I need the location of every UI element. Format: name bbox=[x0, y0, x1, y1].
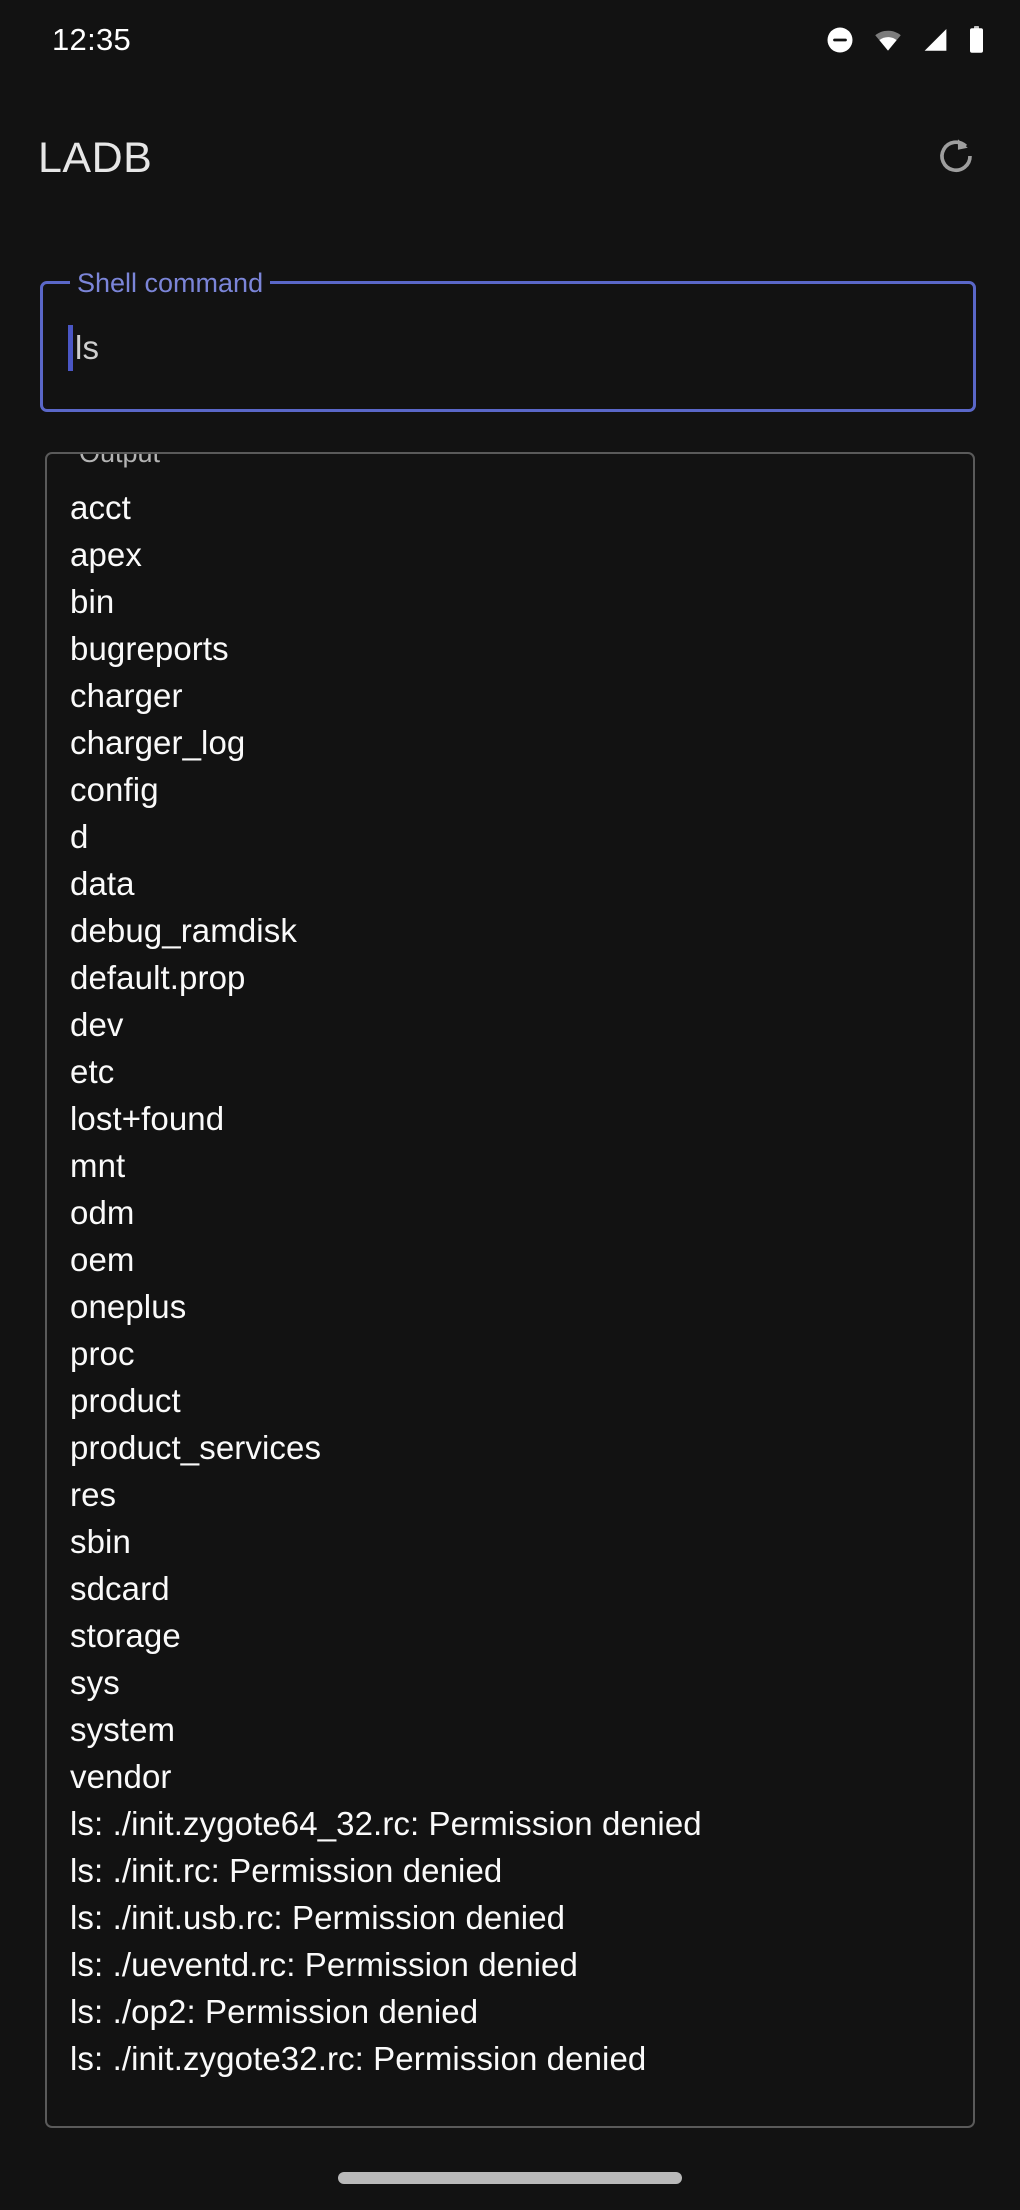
output-line: acct bbox=[70, 489, 131, 526]
output-line: d bbox=[70, 818, 89, 855]
output-line: ls: ./init.rc: Permission denied bbox=[70, 1852, 503, 1889]
shell-command-input-wrap[interactable]: ls bbox=[68, 320, 99, 376]
home-gesture-pill[interactable] bbox=[338, 2172, 682, 2184]
output-line: etc bbox=[70, 1053, 115, 1090]
output-line: dev bbox=[70, 1006, 124, 1043]
output-line: system bbox=[70, 1711, 176, 1748]
output-line: ls: ./init.zygote64_32.rc: Permission de… bbox=[70, 1805, 702, 1842]
output-line: charger_log bbox=[70, 724, 246, 761]
page-title: LADB bbox=[38, 133, 153, 182]
output-line: bin bbox=[70, 583, 115, 620]
shell-command-label: Shell command bbox=[70, 267, 271, 299]
cellular-signal-icon bbox=[921, 26, 950, 55]
status-bar-icons bbox=[825, 25, 986, 55]
output-field[interactable]: Output acct apex bin bugreports charger charg… bbox=[45, 452, 975, 2128]
output-line: data bbox=[70, 865, 135, 902]
output-line: product_services bbox=[70, 1429, 322, 1466]
shell-command-field[interactable]: Shell command ls bbox=[40, 267, 976, 412]
shell-command-input[interactable]: ls bbox=[75, 329, 99, 367]
output-line: lost+found bbox=[70, 1100, 225, 1137]
output-line: sbin bbox=[70, 1523, 131, 1560]
status-bar-clock: 12:35 bbox=[52, 22, 132, 57]
output-line: sys bbox=[70, 1664, 120, 1701]
output-line: ls: ./init.usb.rc: Permission denied bbox=[70, 1899, 566, 1936]
output-line: ls: ./init.zygote32.rc: Permission denie… bbox=[70, 2040, 647, 2077]
output-line: product bbox=[70, 1382, 181, 1419]
wifi-icon bbox=[872, 25, 904, 55]
output-line: ls: ./ueventd.rc: Permission denied bbox=[70, 1946, 578, 1983]
battery-icon bbox=[967, 25, 986, 55]
output-line: odm bbox=[70, 1194, 135, 1231]
output-line: charger bbox=[70, 677, 183, 714]
text-caret bbox=[68, 325, 73, 371]
output-line: sdcard bbox=[70, 1570, 170, 1607]
output-line: oem bbox=[70, 1241, 135, 1278]
output-line: apex bbox=[70, 536, 142, 573]
refresh-icon bbox=[935, 135, 977, 182]
output-label: Output bbox=[71, 454, 169, 469]
output-line: default.prop bbox=[70, 959, 246, 996]
output-line: debug_ramdisk bbox=[70, 912, 297, 949]
output-line: config bbox=[70, 771, 159, 808]
output-text: acct apex bin bugreports charger charger_logc… bbox=[70, 484, 967, 2082]
output-line: oneplus bbox=[70, 1288, 187, 1325]
output-line: res bbox=[70, 1476, 117, 1513]
status-bar: 12:35 bbox=[0, 0, 1020, 80]
output-line: vendor bbox=[70, 1758, 172, 1795]
refresh-button[interactable] bbox=[928, 130, 984, 186]
output-line: ls: ./op2: Permission denied bbox=[70, 1993, 479, 2030]
output-line: storage bbox=[70, 1617, 181, 1654]
output-line: proc bbox=[70, 1335, 135, 1372]
do-not-disturb-icon bbox=[825, 25, 855, 55]
app-bar: LADB bbox=[0, 110, 1020, 206]
output-line: bugreports bbox=[70, 630, 229, 667]
output-line: mnt bbox=[70, 1147, 126, 1184]
